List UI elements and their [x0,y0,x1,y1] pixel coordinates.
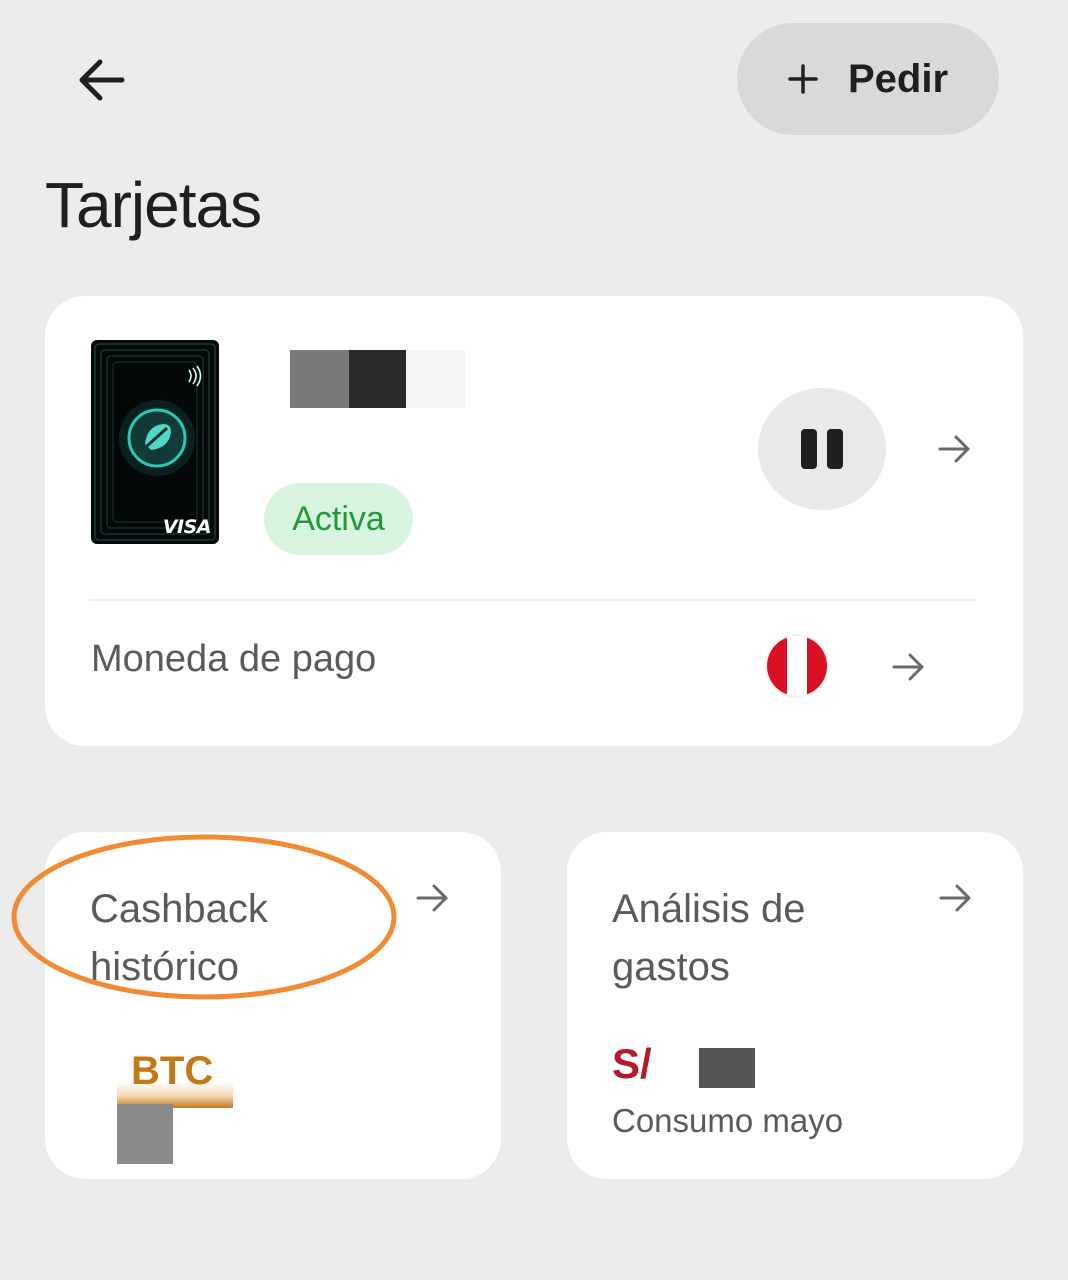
card-name-redacted [290,350,465,408]
spending-arrow[interactable] [935,878,975,918]
btc-currency-label: BTC [117,1040,233,1108]
order-button-label: Pedir [847,56,949,101]
spending-amount-redacted [699,1048,755,1088]
spending-title-line1: Análisis de [612,887,806,931]
divider [90,599,976,601]
cashback-arrow[interactable] [412,878,452,918]
pause-icon-bar [827,429,843,469]
card-art [91,340,219,544]
cashback-title-line2: histórico [90,945,239,989]
payment-currency-arrow[interactable] [888,647,928,687]
payment-currency-label: Moneda de pago [91,638,377,680]
spending-title-line2: gastos [612,945,730,989]
card-details-arrow[interactable] [934,429,974,469]
status-badge: Activa [264,483,413,555]
cashback-title-line1: Cashback [90,887,268,931]
spending-title: Análisis de gastos [612,880,912,996]
card-panel: VISA Activa Moneda de pago [45,296,1023,746]
arrow-right-icon [892,653,924,681]
peru-flag-icon[interactable] [767,636,827,696]
visa-logo: VISA [162,516,212,538]
cashback-title: Cashback histórico [90,880,390,996]
arrow-right-icon [416,884,448,912]
page-title: Tarjetas [45,169,262,241]
spending-analysis-tile[interactable]: Análisis de gastos S/ Consumo mayo [567,832,1023,1179]
sol-currency-symbol: S/ [612,1040,652,1087]
cashback-tile[interactable]: Cashback histórico BTC [45,832,501,1179]
spending-caption: Consumo mayo [612,1102,844,1139]
pause-card-button[interactable] [758,388,886,510]
arrow-right-icon [939,884,971,912]
card-thumbnail[interactable]: VISA [91,340,219,544]
back-button[interactable] [74,52,130,108]
order-card-button[interactable]: Pedir [737,23,999,135]
cashback-amount-redacted [117,1104,173,1164]
arrow-left-icon [79,59,125,101]
arrow-right-icon [938,435,970,463]
plus-icon [788,64,818,94]
pause-icon-bar [801,429,817,469]
